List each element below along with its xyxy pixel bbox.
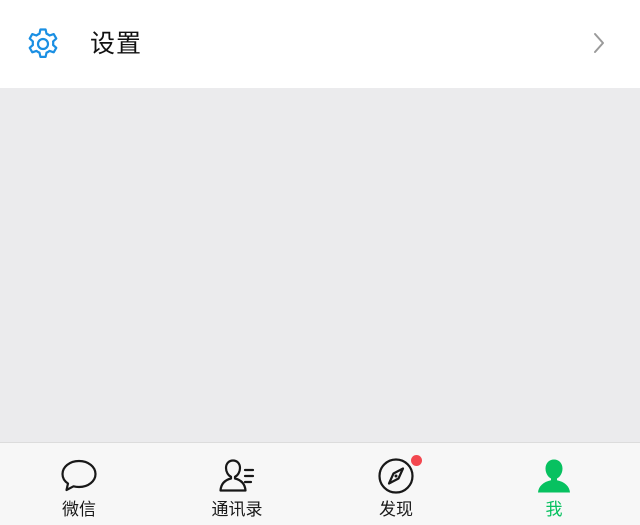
notification-dot-badge [411, 455, 422, 466]
bottom-tab-bar: 微信 通讯录 发现 我 [0, 442, 640, 525]
empty-content-area [0, 88, 640, 442]
tab-contacts[interactable]: 通讯录 [177, 443, 297, 525]
gear-icon [28, 28, 58, 58]
tab-chats-label: 微信 [62, 500, 96, 520]
tab-chats[interactable]: 微信 [19, 443, 139, 525]
settings-label: 设置 [90, 29, 143, 58]
tab-me[interactable]: 我 [494, 443, 614, 525]
chevron-right-icon [594, 33, 604, 53]
phone-screen: 设置 微信 通讯录 发现 我 [0, 0, 640, 525]
tab-discover-label: 发现 [379, 500, 413, 520]
person-icon [538, 459, 570, 493]
tab-me-label: 我 [545, 500, 563, 520]
tab-contacts-label: 通讯录 [211, 500, 263, 520]
chat-bubble-icon [61, 459, 97, 492]
settings-row[interactable]: 设置 [0, 0, 640, 88]
contacts-icon [219, 459, 255, 492]
tab-discover[interactable]: 发现 [336, 443, 456, 525]
compass-icon [378, 458, 414, 494]
